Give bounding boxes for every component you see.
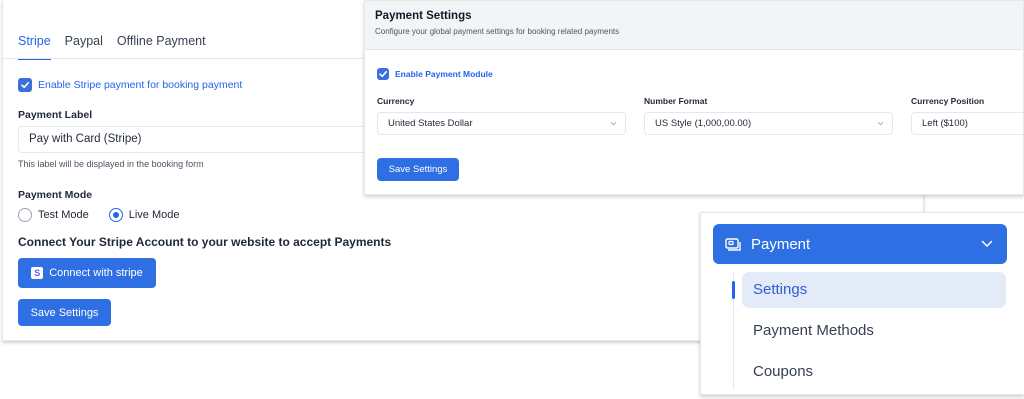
settings-title: Payment Settings bbox=[375, 10, 472, 22]
enable-stripe-row[interactable]: Enable Stripe payment for booking paymen… bbox=[18, 78, 242, 92]
enable-module-label: Enable Payment Module bbox=[395, 69, 493, 79]
stripe-logo-icon: S bbox=[31, 267, 44, 279]
settings-header: Payment Settings Configure your global p… bbox=[365, 1, 1023, 50]
payment-mode-title: Payment Mode bbox=[18, 189, 93, 201]
currency-position-value: Left ($100) bbox=[922, 118, 968, 129]
tab-stripe[interactable]: Stripe bbox=[18, 34, 51, 60]
currency-position-label: Currency Position bbox=[911, 96, 985, 106]
payment-menu-title: Payment bbox=[751, 235, 811, 253]
tab-offline-payment[interactable]: Offline Payment bbox=[117, 34, 206, 60]
payment-tabs: Stripe Paypal Offline Payment bbox=[18, 34, 220, 60]
payment-mode-group: Test Mode Live Mode bbox=[18, 208, 200, 222]
stripe-save-settings-button[interactable]: Save Settings bbox=[18, 299, 111, 326]
payment-icon bbox=[725, 238, 741, 251]
connect-stripe-label: Connect with stripe bbox=[49, 267, 143, 279]
payment-label-hint: This label will be displayed in the book… bbox=[18, 159, 204, 169]
test-mode-label: Test Mode bbox=[38, 209, 89, 221]
chevron-down-icon bbox=[610, 121, 617, 126]
menu-active-indicator bbox=[732, 281, 735, 299]
currency-select[interactable]: United States Dollar bbox=[377, 112, 626, 135]
chevron-down-icon bbox=[877, 121, 884, 126]
number-format-label: Number Format bbox=[644, 96, 708, 106]
settings-subtitle: Configure your global payment settings f… bbox=[375, 27, 620, 36]
enable-module-row[interactable]: Enable Payment Module bbox=[377, 68, 493, 80]
checkmark-icon bbox=[379, 71, 387, 78]
menu-item-coupons[interactable]: Coupons bbox=[742, 354, 1006, 390]
payment-menu-card: Payment Settings Payment Methods Coupons bbox=[700, 212, 1024, 395]
settings-save-button[interactable]: Save Settings bbox=[377, 158, 459, 181]
currency-label: Currency bbox=[377, 96, 415, 106]
enable-module-checkbox[interactable] bbox=[377, 68, 389, 80]
enable-stripe-label: Enable Stripe payment for booking paymen… bbox=[38, 79, 243, 91]
currency-value: United States Dollar bbox=[388, 118, 473, 129]
menu-item-payment-methods[interactable]: Payment Methods bbox=[742, 313, 1006, 349]
live-mode-radio[interactable] bbox=[108, 208, 123, 222]
live-mode-label: Live Mode bbox=[128, 209, 180, 221]
connect-stripe-button[interactable]: S Connect with stripe bbox=[18, 258, 156, 288]
chevron-down-icon[interactable] bbox=[981, 238, 993, 250]
number-format-value: US Style (1,000,00.00) bbox=[655, 118, 752, 129]
payment-label-input[interactable]: Pay with Card (Stripe) bbox=[18, 126, 378, 153]
payment-menu-header[interactable]: Payment bbox=[713, 224, 1007, 264]
number-format-select[interactable]: US Style (1,000,00.00) bbox=[644, 112, 893, 135]
connect-stripe-heading: Connect Your Stripe Account to your webs… bbox=[18, 235, 392, 249]
payment-settings-panel: Payment Settings Configure your global p… bbox=[364, 0, 1024, 195]
test-mode-radio[interactable] bbox=[18, 208, 32, 222]
menu-item-settings[interactable]: Settings bbox=[742, 272, 1006, 308]
enable-stripe-checkbox[interactable] bbox=[18, 78, 32, 92]
payment-label-title: Payment Label bbox=[18, 109, 93, 121]
currency-position-select[interactable]: Left ($100) bbox=[911, 112, 1024, 135]
tab-paypal[interactable]: Paypal bbox=[65, 34, 103, 60]
checkmark-icon bbox=[21, 82, 29, 89]
